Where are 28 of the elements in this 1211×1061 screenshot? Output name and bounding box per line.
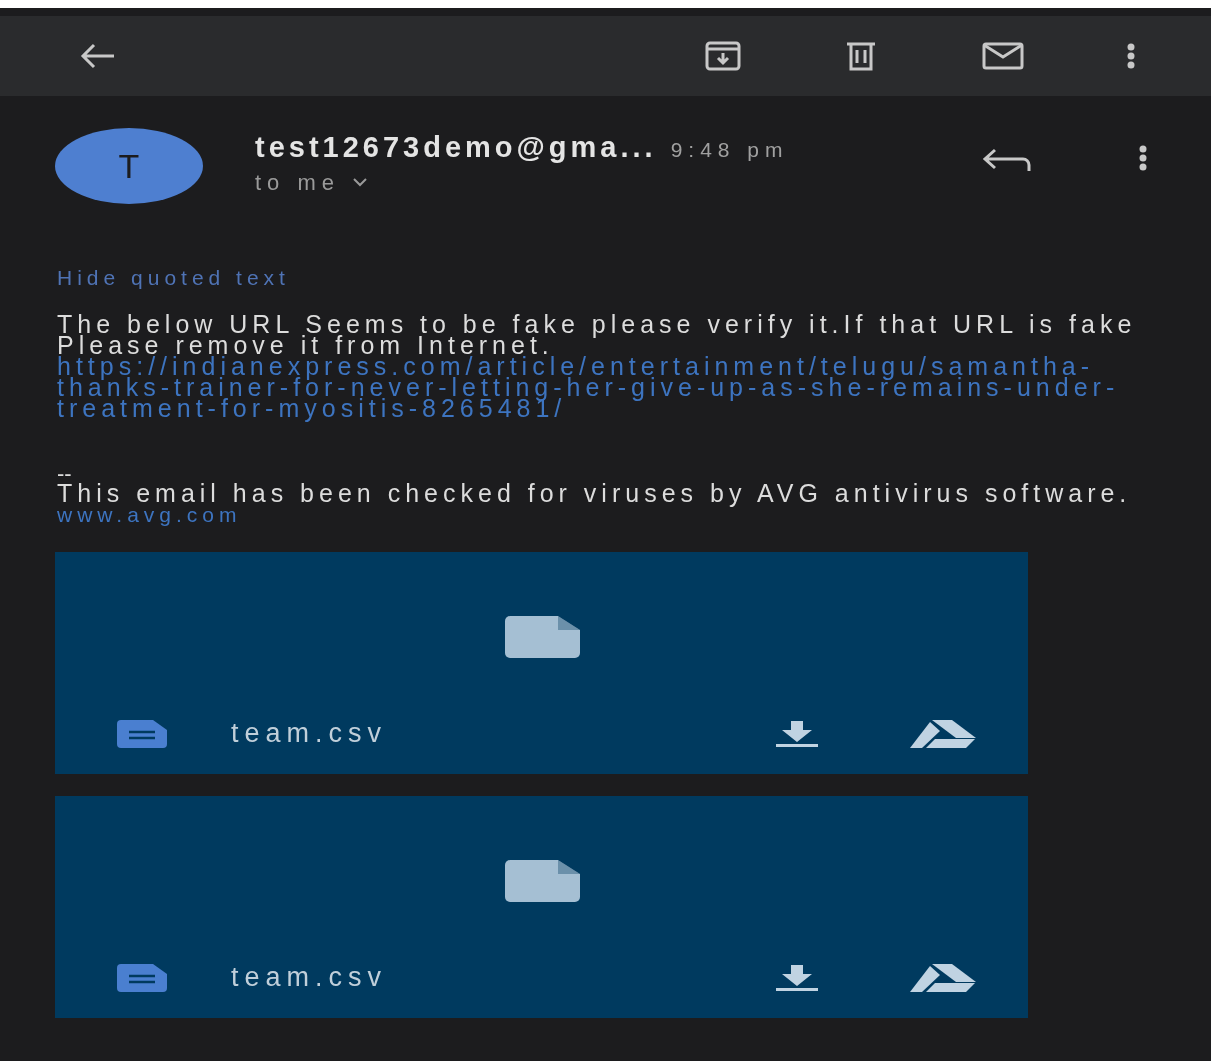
attachment-filename: team.csv [231, 961, 388, 995]
more-vertical-icon [1139, 145, 1147, 171]
hide-quoted-text-link[interactable]: Hide quoted text [57, 262, 290, 294]
signature-separator: -- [57, 464, 72, 483]
avg-link[interactable]: www.avg.com [57, 503, 242, 526]
sender-address: test12673demo@gma... [255, 130, 657, 165]
message-body-text: The below URL Seems to be fake please verify it.If that URL is fake Please remove it from Internet. [57, 313, 1138, 356]
sender-avatar: T [55, 128, 203, 204]
recipient-details-toggle[interactable]: to me [255, 165, 789, 199]
download-icon [774, 720, 820, 747]
back-arrow-icon [80, 42, 116, 70]
chevron-down-icon [352, 177, 369, 187]
attachment-card[interactable]: team.csv [55, 795, 1028, 1018]
message-time: 9:48 pm [670, 137, 789, 163]
download-icon [774, 964, 820, 991]
envelope-icon [982, 42, 1024, 70]
document-icon [117, 963, 167, 992]
file-preview-icon [503, 615, 580, 658]
drive-icon [910, 719, 976, 748]
drive-icon [910, 963, 976, 992]
reply-arrow-icon [982, 147, 1032, 173]
attachment-card[interactable]: team.csv [55, 551, 1028, 774]
attachment-filename: team.csv [231, 717, 388, 751]
file-preview-icon [503, 859, 580, 902]
archive-icon [705, 41, 741, 71]
document-icon [117, 719, 167, 748]
trash-icon [845, 41, 877, 71]
more-vertical-icon [1127, 43, 1135, 69]
